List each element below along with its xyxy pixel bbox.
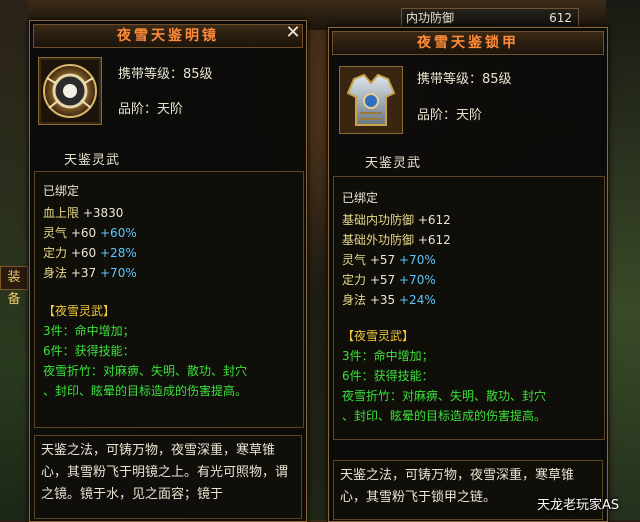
item-tooltip-mirror: 夜雪天鉴明镜 ✕ 携带等级：85级 品阶：天阶 天鉴灵武 已绑定 血上限 +38… — [29, 20, 307, 522]
item-icon-frame — [339, 66, 403, 134]
stat-value: +612 — [417, 213, 451, 227]
stat-bonus: +70% — [399, 253, 436, 267]
equip-tab-label: 装备 — [7, 270, 21, 307]
item-grade: 品阶：天阶 — [118, 102, 184, 117]
stat-value: +57 — [369, 273, 396, 287]
stat-value: +60 — [70, 226, 97, 240]
stat-row: 血上限 +3830 — [43, 204, 123, 221]
item-subtitle: 天鉴灵武 — [64, 153, 121, 168]
stat-name: 身法 — [342, 293, 367, 307]
background-left-strip — [0, 0, 28, 520]
base-stat-row: 基础内功防御 +612 — [342, 211, 451, 228]
background-stat-row: 内功防御 612 — [401, 8, 579, 28]
close-button[interactable]: ✕ — [284, 24, 302, 42]
stat-name: 灵气 — [43, 226, 68, 240]
stat-name: 血上限 — [43, 206, 80, 220]
background-stat-label: 内功防御 — [406, 11, 455, 25]
background-stat-value: 612 — [549, 11, 572, 25]
stat-name: 灵气 — [342, 253, 367, 267]
stat-row: 灵气 +60 +60% — [43, 224, 137, 241]
stat-row: 定力 +60 +28% — [43, 244, 137, 261]
item-attributes-panel: 已绑定 血上限 +3830 灵气 +60 +60% 定力 +60 +28% 身法… — [34, 171, 304, 428]
carry-level: 携带等级：85级 — [118, 67, 213, 82]
stat-name: 基础内功防御 — [342, 213, 415, 227]
item-attributes-panel: 已绑定 基础内功防御 +612 基础外功防御 +612 灵气 +57 +70% … — [333, 176, 605, 440]
armor-icon — [340, 67, 402, 133]
background-right-panel — [606, 0, 640, 520]
item-tooltip-armor: 夜雪天鉴锁甲 携带等级：85级 品阶：天阶 天鉴灵武 已绑定 基础内功防御 +6… — [328, 27, 608, 522]
item-subtitle: 天鉴灵武 — [365, 156, 422, 171]
stat-value: +35 — [369, 293, 396, 307]
stat-value: +60 — [70, 246, 97, 260]
stat-bonus: +28% — [100, 246, 137, 260]
bound-status: 已绑定 — [43, 184, 80, 198]
item-title: 夜雪天鉴锁甲 — [332, 31, 604, 55]
stat-value: +37 — [70, 266, 97, 280]
set-bonus-6: 6件：获得技能： — [342, 369, 434, 383]
carry-level: 携带等级：85级 — [417, 72, 512, 87]
set-skill-line-1: 夜雪折竹：对麻痹、失明、散功、封穴 — [342, 389, 547, 403]
stat-row: 灵气 +57 +70% — [342, 251, 436, 268]
set-bonus-3: 3件：命中增加； — [342, 349, 434, 363]
set-skill-line-2: 、封印、眩晕的目标造成的伤害提高。 — [342, 409, 547, 423]
stat-name: 基础外功防御 — [342, 233, 415, 247]
stat-row: 身法 +37 +70% — [43, 264, 137, 281]
item-title: 夜雪天鉴明镜 — [33, 24, 303, 48]
base-stat-row: 基础外功防御 +612 — [342, 231, 451, 248]
item-icon-frame — [38, 57, 102, 125]
set-name: 【夜雪灵武】 — [342, 329, 415, 343]
set-name: 【夜雪灵武】 — [43, 304, 116, 318]
stat-bonus: +70% — [100, 266, 137, 280]
stat-value: +612 — [417, 233, 451, 247]
stat-name: 身法 — [43, 266, 68, 280]
set-skill-line-2: 、封印、眩晕的目标造成的伤害提高。 — [43, 384, 248, 398]
stat-row: 身法 +35 +24% — [342, 291, 436, 308]
equip-tab[interactable]: 装备 — [0, 266, 28, 307]
item-flavor-text: 天鉴之法，可铸万物，夜雪深重，寒草锥心，其雪粉飞于明镜之上。有光可照物，谓之镜。… — [34, 435, 302, 519]
item-grade: 品阶：天阶 — [417, 108, 483, 123]
set-bonus-3: 3件：命中增加； — [43, 324, 135, 338]
stat-value: +57 — [369, 253, 396, 267]
stat-value: +3830 — [82, 206, 124, 220]
stat-bonus: +60% — [100, 226, 137, 240]
mirror-icon — [43, 64, 97, 118]
stat-name: 定力 — [43, 246, 68, 260]
stat-bonus: +70% — [399, 273, 436, 287]
set-bonus-6: 6件：获得技能： — [43, 344, 135, 358]
stat-row: 定力 +57 +70% — [342, 271, 436, 288]
stat-bonus: +24% — [399, 293, 436, 307]
stat-name: 定力 — [342, 273, 367, 287]
watermark-text: 天龙老玩家AS — [537, 498, 620, 513]
set-skill-line-1: 夜雪折竹：对麻痹、失明、散功、封穴 — [43, 364, 248, 378]
bound-status: 已绑定 — [342, 191, 379, 205]
